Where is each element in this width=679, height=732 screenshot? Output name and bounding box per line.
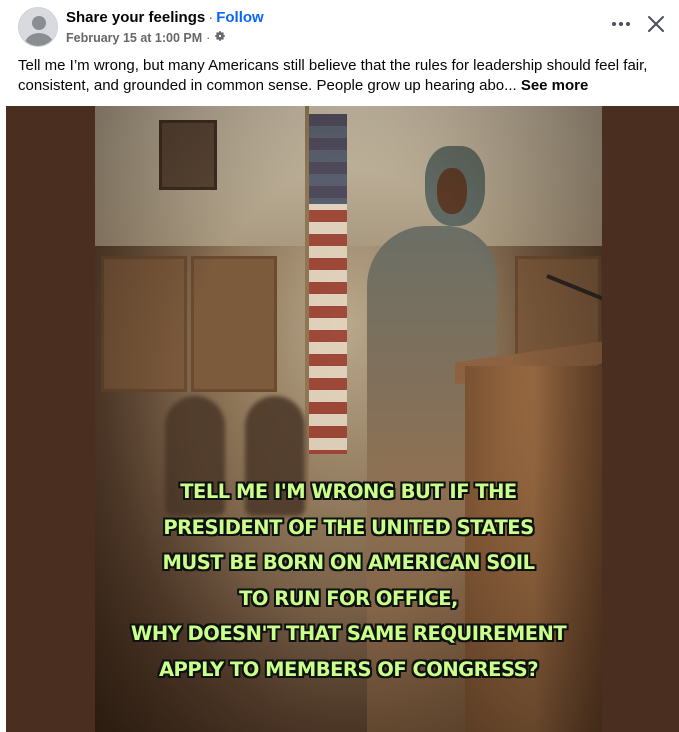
post-media[interactable]: TELL ME I'M WRONG BUT IF THE PRESIDENT O… — [6, 106, 679, 732]
meme-caption-line: MUST BE BORN ON AMERICAN SOIL — [162, 551, 536, 574]
post-author-line: Share your feelings · Follow — [66, 9, 264, 26]
follow-button[interactable]: Follow — [216, 9, 264, 26]
post-meta-line: February 15 at 1:00 PM · — [66, 30, 226, 45]
post-header: Share your feelings · Follow February 15 a… — [0, 0, 679, 50]
gear-icon[interactable] — [214, 30, 226, 45]
meme-caption: TELL ME I'M WRONG BUT IF THE PRESIDENT O… — [95, 474, 602, 687]
meme-caption-line: WHY DOESN'T THAT SAME REQUIREMENT — [130, 622, 567, 645]
see-more-link[interactable]: See more — [521, 77, 589, 94]
meme-caption-line: APPLY TO MEMBERS OF CONGRESS? — [158, 657, 539, 681]
page-name-link[interactable]: Share your feelings — [66, 9, 205, 26]
close-post-button[interactable] — [642, 10, 670, 38]
meme-caption-line: TO RUN FOR OFFICE, — [239, 586, 458, 610]
post-photo[interactable]: TELL ME I'M WRONG BUT IF THE PRESIDENT O… — [95, 106, 602, 732]
name-separator: · — [208, 9, 214, 26]
post-timestamp[interactable]: February 15 at 1:00 PM — [66, 31, 202, 45]
more-options-button[interactable] — [604, 12, 638, 36]
meme-caption-line: TELL ME I'M WRONG BUT IF THE — [180, 480, 517, 503]
post-body-text: Tell me I’m wrong, but many Americans st… — [18, 56, 668, 96]
page-avatar[interactable] — [18, 7, 58, 47]
more-options-icon — [612, 22, 630, 26]
meta-separator: · — [206, 30, 211, 45]
meme-caption-line: PRESIDENT OF THE UNITED STATES — [163, 515, 534, 539]
avatar-body-shape — [25, 33, 53, 46]
close-icon — [648, 16, 664, 32]
avatar-head-shape — [32, 16, 46, 30]
